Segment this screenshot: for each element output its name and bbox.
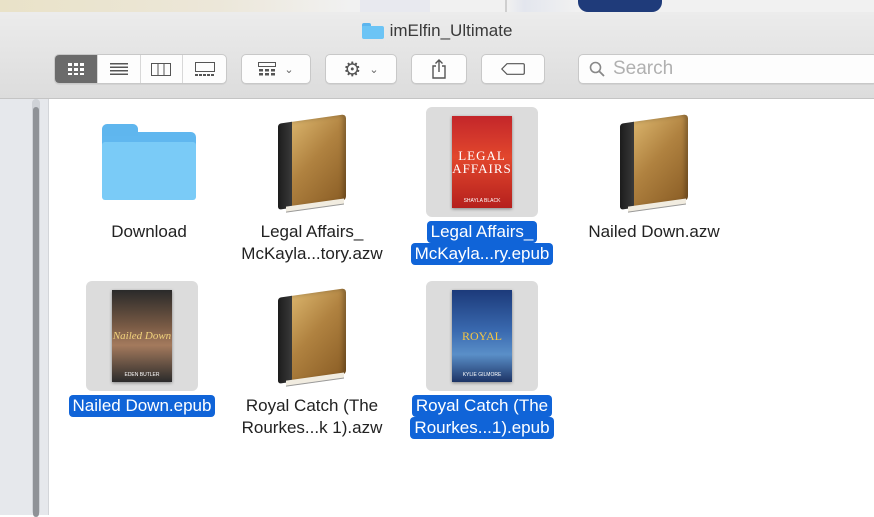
file-item-nailed-down-epub[interactable]: Nailed Down EDEN BUTLER Nailed Down.epub <box>57 275 227 445</box>
book-cover-image: ROYAL KYLIE GILMORE <box>452 290 512 382</box>
background-window-strip <box>0 0 874 12</box>
finder-toolbar: imElfin_Ultimate ⌄ ⚙ ⌄ Search <box>0 12 874 99</box>
cover-title: ROYAL <box>461 329 502 343</box>
file-thumbnail <box>256 281 368 391</box>
file-name-line: Legal Affairs_ <box>260 222 364 241</box>
file-label: Legal Affairs_ McKayla...tory.azw <box>227 221 397 265</box>
file-label: Download <box>64 221 234 243</box>
file-thumbnail <box>598 107 710 217</box>
column-view-button[interactable] <box>141 55 184 83</box>
file-label: Royal Catch (The Rourkes...1).epub <box>397 395 567 439</box>
book-cover-image: LEGAL AFFAIRS SHAYLA BLACK <box>452 116 512 208</box>
cover-title: Nailed Down <box>112 329 172 342</box>
file-item-legal-affairs-epub[interactable]: LEGAL AFFAIRS SHAYLA BLACK Legal Affairs… <box>397 101 567 271</box>
list-view-button[interactable] <box>98 55 141 83</box>
file-name-line: Royal Catch (The <box>411 395 553 417</box>
view-mode-control <box>54 54 227 84</box>
gallery-icon <box>194 62 215 76</box>
file-thumbnail <box>93 107 205 217</box>
file-thumbnail: LEGAL AFFAIRS SHAYLA BLACK <box>426 107 538 217</box>
book-cover-image: Nailed Down EDEN BUTLER <box>112 290 172 382</box>
file-name-line: Nailed Down.azw <box>588 222 720 241</box>
file-name-line: Royal Catch (The <box>245 396 379 415</box>
cover-author: KYLIE GILMORE <box>462 372 502 378</box>
file-label: Nailed Down.azw <box>569 221 739 243</box>
action-button[interactable]: ⚙ ⌄ <box>325 54 397 84</box>
cover-title: LEGAL AFFAIRS <box>452 148 512 176</box>
file-label: Royal Catch (The Rourkes...k 1).azw <box>227 395 397 439</box>
share-icon <box>432 59 446 79</box>
background-window-part <box>578 0 662 12</box>
window-title-text: imElfin_Ultimate <box>389 21 513 40</box>
file-item-nailed-down-azw[interactable]: Nailed Down.azw <box>569 101 739 271</box>
file-name-line: Rourkes...1).epub <box>410 417 554 439</box>
sidebar-scrollbar-thumb[interactable] <box>33 107 39 517</box>
file-item-royal-catch-azw[interactable]: Royal Catch (The Rourkes...k 1).azw <box>227 275 397 445</box>
file-item-royal-catch-epub[interactable]: ROYAL KYLIE GILMORE Royal Catch (The Rou… <box>397 275 567 445</box>
sidebar <box>0 99 49 517</box>
file-name-line: Download <box>111 222 187 241</box>
cover-author: SHAYLA BLACK <box>463 198 501 204</box>
chevron-down-icon: ⌄ <box>369 63 379 76</box>
book-icon <box>278 114 346 213</box>
folder-icon <box>361 23 384 39</box>
file-thumbnail: ROYAL KYLIE GILMORE <box>426 281 538 391</box>
background-window-divider <box>505 0 507 12</box>
file-thumbnail: Nailed Down EDEN BUTLER <box>86 281 198 391</box>
icon-view-button[interactable] <box>55 55 98 83</box>
tag-icon <box>501 63 525 75</box>
file-name-line: McKayla...ry.epub <box>410 243 554 265</box>
list-icon <box>109 63 128 75</box>
file-name-line: Nailed Down.epub <box>68 395 216 417</box>
file-name-line: McKayla...tory.azw <box>241 244 383 263</box>
file-name-line: Legal Affairs_ <box>426 221 538 243</box>
book-icon <box>620 114 688 213</box>
file-label: Nailed Down.epub <box>57 395 227 417</box>
share-button[interactable] <box>411 54 467 84</box>
file-item-legal-affairs-azw[interactable]: Legal Affairs_ McKayla...tory.azw <box>227 101 397 271</box>
search-field[interactable] <box>578 54 874 84</box>
window-title: imElfin_Ultimate <box>0 20 874 42</box>
background-window-part <box>360 0 430 12</box>
chevron-down-icon: ⌄ <box>284 63 294 76</box>
cover-author: EDEN BUTLER <box>124 372 160 378</box>
group-by-button[interactable]: ⌄ <box>241 54 311 84</box>
gear-icon: ⚙ <box>343 58 362 81</box>
file-thumbnail <box>256 107 368 217</box>
search-icon <box>589 61 605 77</box>
search-input[interactable] <box>611 57 855 81</box>
columns-icon <box>151 62 172 76</box>
file-item-download-folder[interactable]: Download <box>64 101 234 271</box>
book-icon <box>278 288 346 387</box>
file-grid: Download Legal Affairs_ McKayla...tory.a… <box>49 99 874 515</box>
group-icon <box>258 62 277 76</box>
gallery-view-button[interactable] <box>183 55 226 83</box>
tag-button[interactable] <box>481 54 545 84</box>
file-name-line: Rourkes...k 1).azw <box>241 418 383 437</box>
file-label: Legal Affairs_ McKayla...ry.epub <box>397 221 567 265</box>
grid-icon <box>67 63 84 75</box>
folder-icon <box>102 124 196 200</box>
